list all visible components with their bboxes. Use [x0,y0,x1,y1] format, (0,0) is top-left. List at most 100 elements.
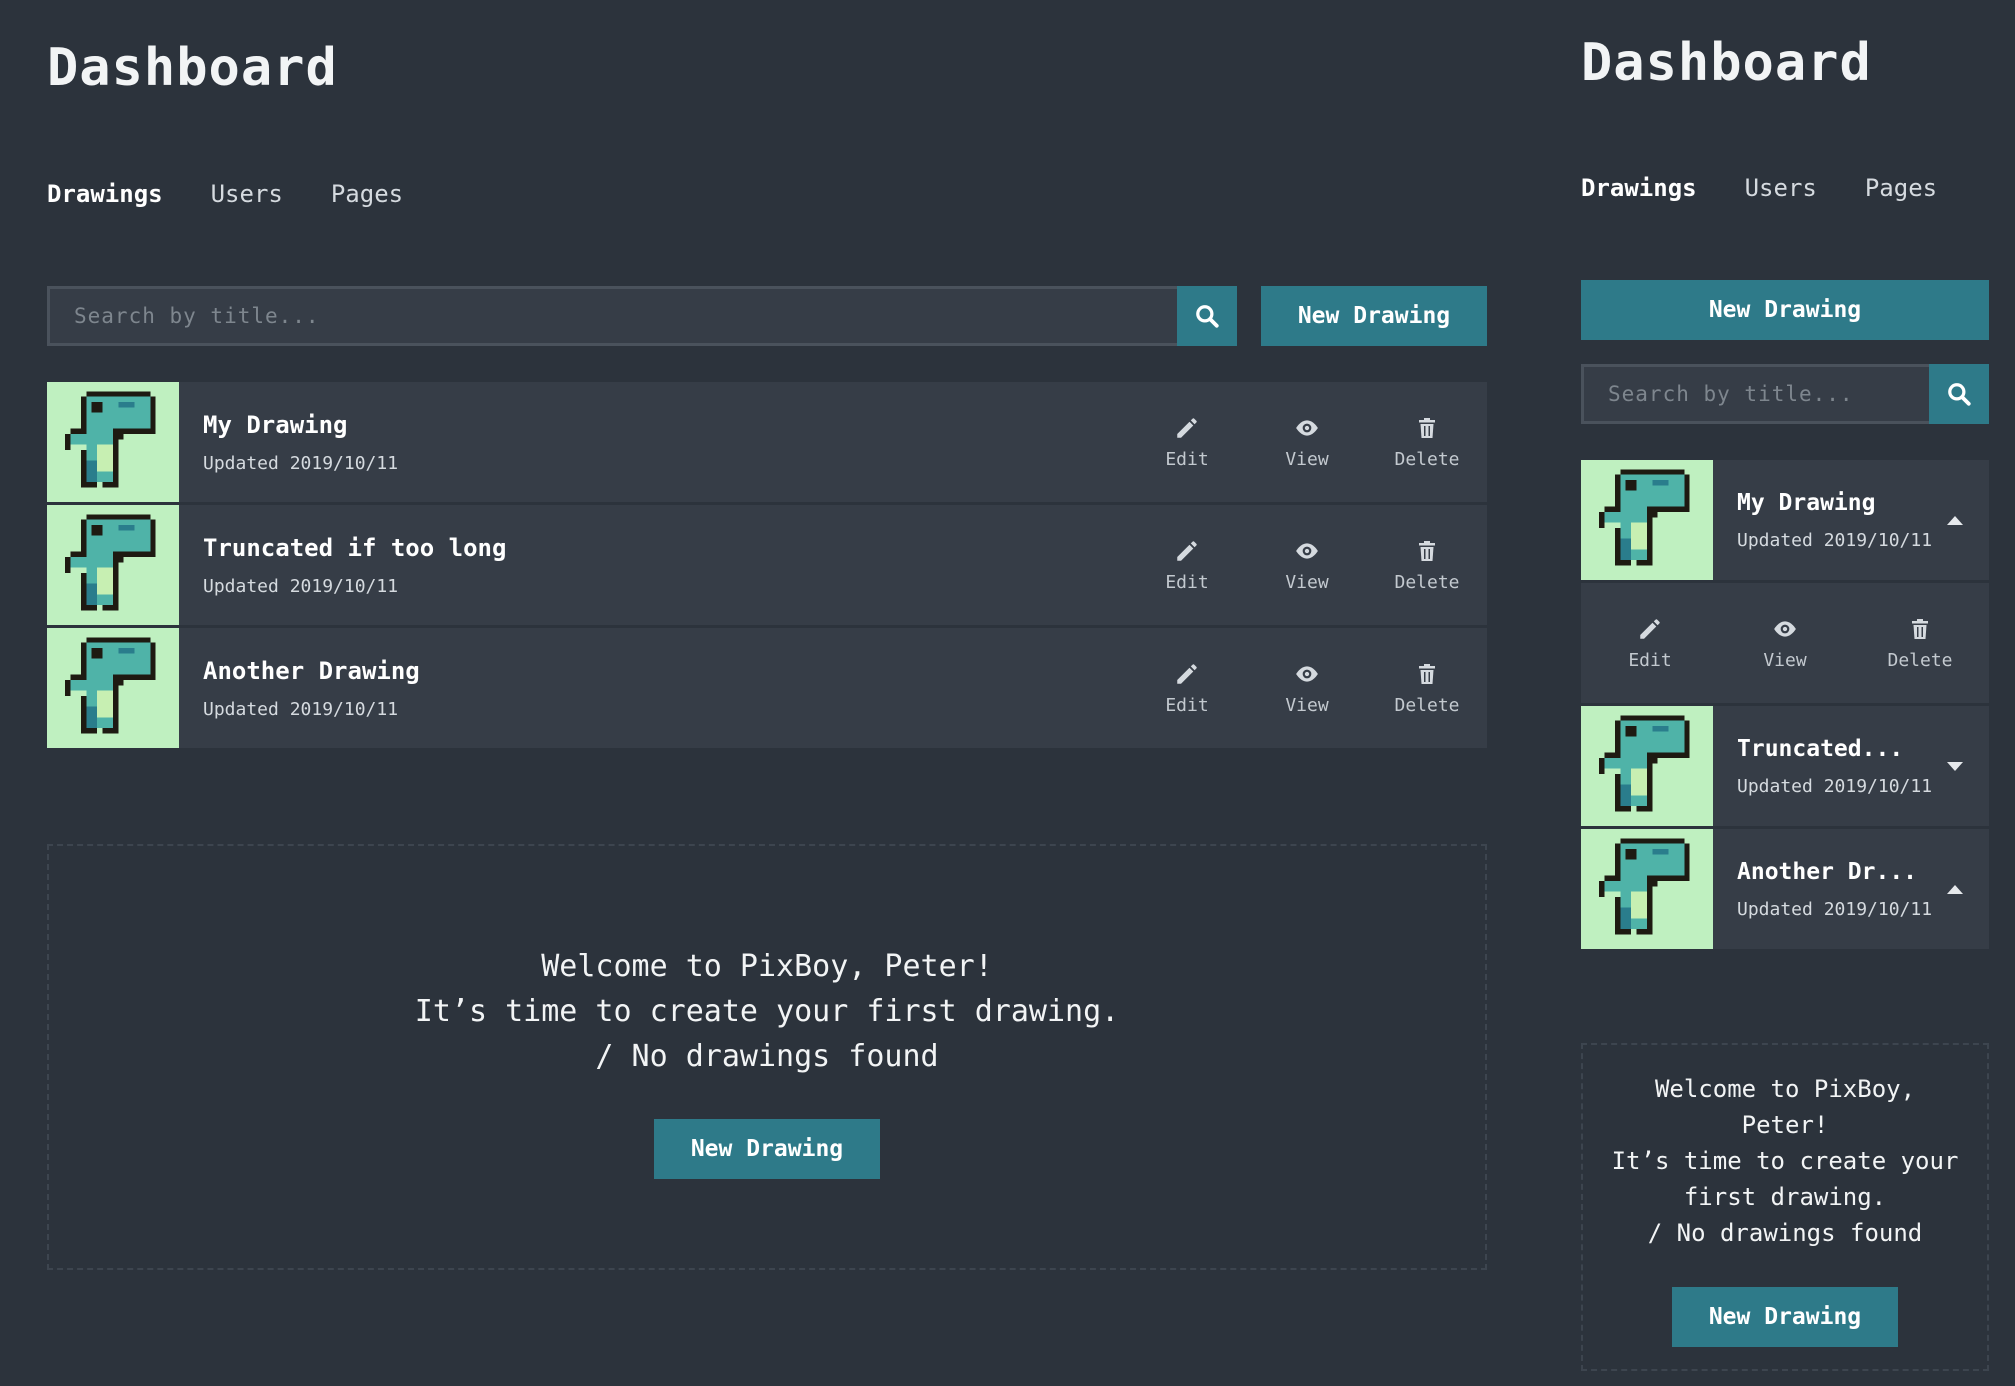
drawing-row: Truncated... Updated 2019/10/11 [1581,706,1989,826]
page-title: Dashboard [47,38,338,98]
trash-icon [1419,540,1435,561]
drawing-title[interactable]: Another Dr... [1737,859,1947,885]
search-placeholder: Search by title... [74,304,320,328]
pencil-icon [1640,618,1660,639]
delete-label: Delete [1394,448,1460,470]
drawing-updated: Updated 2019/10/11 [1737,898,1933,920]
caret-down-icon[interactable] [1947,761,1963,771]
page-title: Dashboard [1581,33,1872,93]
cta-line-2: first drawing. [1683,1183,1887,1211]
view-label: View [1285,571,1329,593]
empty-state: Welcome to PixBoy, Peter! It’s time to c… [47,844,1487,1270]
drawing-updated: Updated 2019/10/11 [203,452,399,474]
cta-line: It’s time to create your [1611,1147,1959,1175]
drawing-title[interactable]: Truncated if too long [203,534,1127,562]
drawing-thumbnail[interactable] [47,628,179,748]
drawing-updated: Updated 2019/10/11 [1737,529,1933,551]
edit-button[interactable]: Edit [1127,661,1247,716]
view-label: View [1285,694,1329,716]
no-drawings-line: / No drawings found [595,1039,939,1074]
drawing-row: My Drawing Updated 2019/10/11 [1581,460,1989,580]
dino-thumbnail [65,637,156,734]
drawing-thumbnail[interactable] [47,382,179,502]
view-label: View [1285,448,1329,470]
tab-pages[interactable]: Pages [1865,174,1937,202]
edit-label: Edit [1165,694,1209,716]
tab-users[interactable]: Users [211,180,283,208]
edit-label: Edit [1628,649,1672,671]
pencil-icon [1177,663,1197,684]
tab-drawings[interactable]: Drawings [1581,174,1697,202]
eye-icon [1296,419,1318,436]
new-drawing-button[interactable]: New Drawing [1581,280,1989,340]
drawing-title[interactable]: Another Drawing [203,657,1127,685]
delete-label: Delete [1394,694,1460,716]
tab-users[interactable]: Users [1745,174,1817,202]
eye-icon [1296,665,1318,682]
edit-button[interactable]: Edit [1127,538,1247,593]
caret-up-icon[interactable] [1947,884,1963,894]
drawing-thumbnail[interactable] [1581,706,1713,826]
empty-new-drawing-button[interactable]: New Drawing [654,1119,880,1179]
drawing-thumbnail[interactable] [1581,829,1713,949]
search-toolbar: Search by title... [1581,364,1989,424]
search-button[interactable] [1177,286,1237,346]
eye-icon [1774,620,1796,637]
delete-button[interactable]: Delete [1367,661,1487,716]
delete-button[interactable]: Delete [1865,616,1975,671]
tab-drawings[interactable]: Drawings [47,180,163,208]
search-placeholder: Search by title... [1608,382,1854,406]
edit-label: Edit [1165,448,1209,470]
drawing-updated: Updated 2019/10/11 [203,575,399,597]
delete-label: Delete [1394,571,1460,593]
search-toolbar: Search by title... New Drawing [47,286,1487,346]
trash-icon [1419,417,1435,438]
drawing-title[interactable]: My Drawing [203,411,1127,439]
cta-line: It’s time to create your first drawing. [414,994,1120,1029]
dino-thumbnail [1599,715,1690,812]
welcome-line: Welcome to PixBoy, [1654,1075,1916,1103]
row-actions-panel: Edit View Delete [1581,583,1989,703]
pencil-icon [1177,417,1197,438]
search-button[interactable] [1929,364,1989,424]
trash-icon [1912,618,1928,639]
drawing-list: My Drawing Updated 2019/10/11 Edit View … [47,382,1487,751]
drawing-title[interactable]: Truncated... [1737,736,1947,762]
nav-tabs: Drawings Users Pages [47,180,403,208]
drawing-row: Another Dr... Updated 2019/10/11 [1581,829,1989,949]
drawing-updated: Updated 2019/10/11 [1737,775,1933,797]
drawing-list: My Drawing Updated 2019/10/11 Edit View … [1581,460,1989,952]
view-button[interactable]: View [1247,538,1367,593]
dino-thumbnail [65,514,156,611]
drawing-row: My Drawing Updated 2019/10/11 Edit View … [47,382,1487,502]
view-button[interactable]: View [1730,616,1840,671]
drawing-thumbnail[interactable] [47,505,179,625]
view-button[interactable]: View [1247,661,1367,716]
welcome-name-line: Peter! [1741,1111,1829,1139]
nav-tabs: Drawings Users Pages [1581,174,1937,202]
drawing-thumbnail[interactable] [1581,460,1713,580]
drawing-title[interactable]: My Drawing [1737,490,1947,516]
drawing-row: Truncated if too long Updated 2019/10/11… [47,505,1487,625]
edit-button[interactable]: Edit [1595,616,1705,671]
search-input[interactable]: Search by title... [1581,364,1929,424]
search-icon [1196,305,1219,328]
new-drawing-button[interactable]: New Drawing [1261,286,1487,346]
welcome-line: Welcome to PixBoy, Peter! [541,949,993,984]
search-input[interactable]: Search by title... [47,286,1177,346]
no-drawings-line: / No drawings found [1647,1219,1923,1247]
view-label: View [1763,649,1807,671]
caret-up-icon[interactable] [1947,515,1963,525]
delete-button[interactable]: Delete [1367,538,1487,593]
delete-button[interactable]: Delete [1367,415,1487,470]
dino-thumbnail [65,391,156,488]
view-button[interactable]: View [1247,415,1367,470]
delete-label: Delete [1887,649,1953,671]
dino-thumbnail [1599,838,1690,935]
pencil-icon [1177,540,1197,561]
drawing-updated: Updated 2019/10/11 [203,698,399,720]
drawing-row: Another Drawing Updated 2019/10/11 Edit … [47,628,1487,748]
empty-new-drawing-button[interactable]: New Drawing [1672,1287,1898,1347]
edit-button[interactable]: Edit [1127,415,1247,470]
tab-pages[interactable]: Pages [331,180,403,208]
